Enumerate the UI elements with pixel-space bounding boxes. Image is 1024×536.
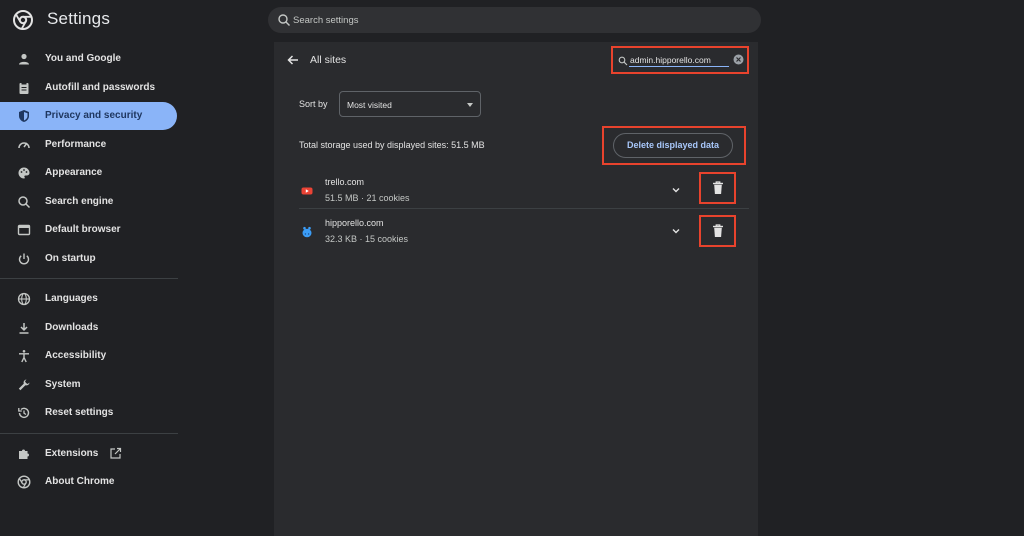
storage-summary: Total storage used by displayed sites: 5…: [299, 140, 485, 150]
shield-icon: [19, 110, 29, 122]
chrome-logo-icon: [13, 10, 33, 30]
clipboard-icon: [19, 82, 29, 94]
globe-icon: [17, 292, 31, 306]
sidebar-item-about-chrome[interactable]: About Chrome: [0, 468, 177, 496]
sidebar-item-label: Downloads: [45, 322, 99, 333]
download-icon: [19, 323, 29, 334]
puzzle-icon: [19, 449, 29, 459]
palette-icon: [18, 167, 30, 179]
back-arrow-icon[interactable]: [286, 53, 300, 67]
hippo-favicon-icon: [302, 226, 312, 238]
all-sites-panel: All sites Sort by Most visited Total sto…: [274, 42, 758, 536]
site-storage-info: 51.5 MB · 21 cookies: [325, 193, 410, 203]
sort-by-label: Sort by: [299, 99, 328, 109]
power-icon: [18, 253, 30, 265]
wrench-icon: [18, 379, 30, 391]
sidebar-item-default-browser[interactable]: Default browser: [0, 216, 177, 244]
sidebar-item-you-and-google[interactable]: You and Google: [0, 45, 177, 73]
sidebar: You and Google Autofill and passwords Pr…: [0, 44, 180, 536]
chrome-icon: [17, 475, 31, 489]
sidebar-item-appearance[interactable]: Appearance: [0, 159, 177, 187]
sidebar-item-label: Languages: [45, 293, 98, 304]
sidebar-item-extensions[interactable]: Extensions: [0, 440, 177, 468]
sidebar-item-label: System: [45, 379, 81, 390]
sidebar-item-performance[interactable]: Performance: [0, 131, 177, 159]
accessibility-icon: [19, 350, 29, 363]
browser-icon: [17, 224, 31, 236]
sidebar-item-system[interactable]: System: [0, 371, 177, 399]
chevron-down-icon[interactable]: [671, 226, 681, 236]
delete-site-button-trello[interactable]: [699, 172, 736, 204]
speedometer-icon: [18, 142, 30, 149]
sidebar-item-label: You and Google: [45, 53, 121, 64]
youtube-style-favicon-icon: [301, 187, 313, 195]
sidebar-item-label: Accessibility: [45, 350, 107, 361]
clear-search-icon[interactable]: [733, 54, 744, 65]
search-icon: [278, 14, 290, 26]
sidebar-item-autofill[interactable]: Autofill and passwords: [0, 74, 177, 102]
person-icon: [19, 53, 29, 65]
search-settings-box[interactable]: [268, 7, 761, 33]
site-filter-box[interactable]: [611, 46, 749, 74]
row-divider: [299, 208, 749, 209]
sidebar-item-privacy-and-security[interactable]: Privacy and security: [0, 102, 177, 130]
sidebar-item-label: On startup: [45, 253, 96, 264]
page-title: All sites: [310, 54, 347, 66]
sidebar-item-languages[interactable]: Languages: [0, 285, 177, 313]
sidebar-item-label: Search engine: [45, 196, 114, 207]
trash-icon: [713, 224, 723, 237]
site-name: trello.com: [325, 177, 365, 187]
sidebar-item-reset-settings[interactable]: Reset settings: [0, 399, 177, 427]
sidebar-item-label: Reset settings: [45, 407, 114, 418]
sidebar-item-on-startup[interactable]: On startup: [0, 245, 177, 273]
delete-displayed-data-button[interactable]: Delete displayed data: [613, 133, 733, 158]
sort-by-select[interactable]: Most visited: [339, 91, 481, 117]
app-title: Settings: [47, 9, 111, 28]
sidebar-divider: [0, 278, 178, 279]
sidebar-item-search-engine[interactable]: Search engine: [0, 188, 177, 216]
delete-button-highlight: Delete displayed data: [602, 126, 746, 165]
sidebar-item-label: Extensions: [45, 448, 99, 459]
sidebar-item-label: Appearance: [45, 167, 103, 178]
sidebar-item-label: Default browser: [45, 224, 121, 235]
open-in-new-icon[interactable]: [109, 447, 122, 460]
delete-site-button-hipporello[interactable]: [699, 215, 736, 247]
sidebar-divider: [0, 433, 178, 434]
sidebar-item-label: Performance: [45, 139, 107, 150]
history-icon: [18, 407, 30, 419]
sort-by-value: Most visited: [347, 100, 392, 110]
sidebar-item-accessibility[interactable]: Accessibility: [0, 342, 177, 370]
site-row-hipporello[interactable]: hipporello.com 32.3 KB · 15 cookies: [299, 216, 749, 256]
top-bar: Settings: [0, 0, 1024, 40]
sidebar-item-downloads[interactable]: Downloads: [0, 314, 177, 342]
search-icon: [18, 196, 31, 209]
dropdown-caret-icon: [467, 103, 473, 107]
site-name: hipporello.com: [325, 218, 384, 228]
sidebar-item-label: Autofill and passwords: [45, 82, 156, 93]
search-icon: [618, 56, 628, 66]
site-storage-info: 32.3 KB · 15 cookies: [325, 234, 409, 244]
trash-icon: [713, 181, 723, 194]
chevron-down-icon[interactable]: [671, 185, 681, 195]
site-filter-input[interactable]: [629, 53, 729, 67]
search-input[interactable]: [293, 10, 733, 30]
site-row-trello[interactable]: trello.com 51.5 MB · 21 cookies: [299, 175, 749, 215]
sidebar-item-label: About Chrome: [45, 476, 115, 487]
sidebar-item-label: Privacy and security: [45, 110, 143, 121]
